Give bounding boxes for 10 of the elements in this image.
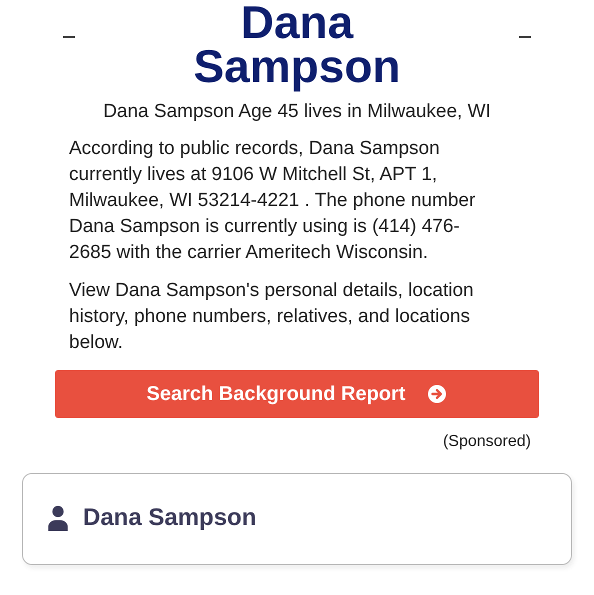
person-name: Dana Sampson — [83, 504, 256, 532]
summary-text: Dana Sampson Age 45 lives in Milwaukee, WI — [102, 100, 492, 124]
description-paragraph: According to public records, Dana Sampson currently lives at 9106 W Mitchell St, APT 1, Milwaukee, WI 53214-4221 . The phone number Dana Sampson is currently using is (414) 476-2685 with the carrier Ameritech Wisconsin. — [69, 137, 476, 265]
description-paragraph: View Dana Sampson's personal details, location history, phone numbers, relatives, and locations below. — [69, 279, 475, 355]
dash-mark — [519, 36, 531, 38]
arrow-circle-icon — [427, 384, 448, 404]
search-report-button[interactable]: Search Background Report — [55, 370, 539, 418]
person-icon — [47, 505, 69, 531]
sponsored-label: (Sponsored) — [442, 433, 531, 451]
dash-mark — [63, 36, 75, 38]
